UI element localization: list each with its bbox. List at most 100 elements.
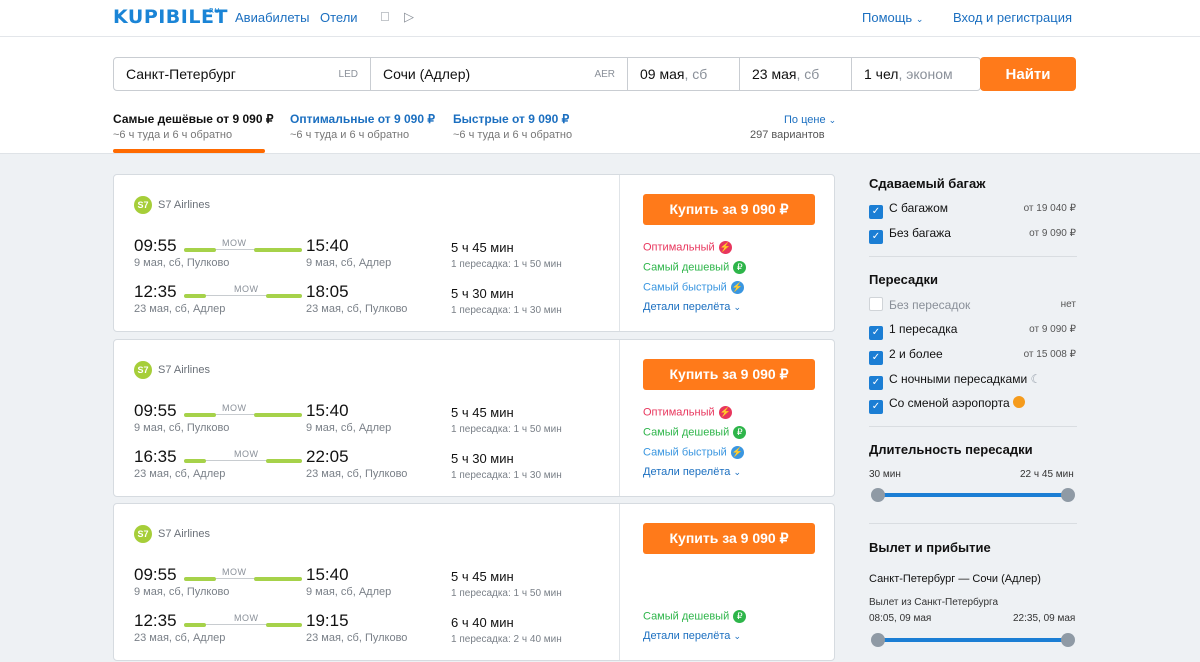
baggage-title: Сдаваемый багаж	[869, 176, 986, 191]
buy-button[interactable]: Купить за 9 090 ₽	[643, 194, 815, 225]
ruble-icon: ₽	[733, 426, 747, 439]
top-bar: KUPIBILETRU Авиабилеты Отели  ▷ Помощь …	[0, 0, 1200, 37]
divider	[869, 523, 1077, 524]
help-menu[interactable]: Помощь ⌄	[862, 10, 923, 25]
flight-leg-bar	[184, 413, 216, 417]
google-play-icon[interactable]: ▷	[404, 9, 414, 25]
lightning-icon: ⚡	[730, 446, 744, 459]
tab-optimal-sub: ~6 ч туда и 6 ч обратно	[290, 129, 410, 141]
checkbox-checked-icon: ✓	[869, 351, 883, 365]
tab-fastest[interactable]: Быстрые от 9 090 ₽ ~6 ч туда и 6 ч обратн…	[453, 112, 572, 141]
filter-two-plus-transfers[interactable]: ✓ 2 и более	[869, 347, 943, 365]
airline: S7 S7 Airlines	[134, 361, 210, 379]
arrival-time: 15:40	[306, 401, 349, 420]
sort-dropdown[interactable]: По цене ⌄	[784, 114, 836, 126]
origin-value: Санкт-Петербург	[126, 66, 236, 82]
origin-field[interactable]: Санкт-Петербург LED	[114, 58, 371, 90]
return-date: 23 мая	[752, 66, 797, 82]
checkbox-unchecked-icon	[869, 297, 883, 311]
sort-label: По цене	[784, 114, 826, 126]
help-label: Помощь	[862, 10, 913, 25]
chevron-down-icon: ⌄	[733, 302, 741, 312]
flight-details-link[interactable]: Детали перелёта ⌄	[643, 466, 741, 478]
flight-details-link[interactable]: Детали перелёта ⌄	[643, 630, 741, 642]
transfer-info: 1 пересадка: 1 ч 30 мин	[451, 305, 562, 316]
departure-range-label: Вылет из Санкт-Петербурга	[869, 597, 998, 608]
filter-label: 2 и более	[889, 347, 943, 361]
tab-cheapest[interactable]: Самые дешёвые от 9 090 ₽ ~6 ч туда и 6 ч …	[113, 112, 273, 141]
departure-date-field[interactable]: 09 мая, сб	[628, 58, 740, 90]
nav-hotels[interactable]: Отели	[320, 10, 358, 25]
airline-name: S7 Airlines	[158, 198, 210, 211]
s7-logo-icon: S7	[134, 525, 152, 543]
departure-info: 9 мая, сб, Пулково	[134, 586, 230, 598]
filter-one-transfer[interactable]: ✓ 1 пересадка	[869, 322, 957, 340]
transfer-info: 1 пересадка: 1 ч 50 мин	[451, 424, 562, 435]
destination-field[interactable]: Сочи (Адлер) AER	[371, 58, 628, 90]
duration-slider-max-handle[interactable]	[1061, 488, 1075, 502]
destination-code: AER	[594, 69, 615, 80]
return-date-field[interactable]: 23 мая, сб	[740, 58, 852, 90]
departure-day: , сб	[684, 66, 708, 82]
tab-cheapest-label: Самые дешёвые от 9 090 ₽	[113, 112, 274, 126]
flight-leg-bar	[266, 459, 302, 463]
cabin-class: , эконом	[898, 66, 953, 82]
lightning-icon: ⚡	[730, 281, 744, 294]
duration-slider-min-handle[interactable]	[871, 488, 885, 502]
transfer-code: MOW	[222, 238, 247, 248]
filter-airport-change[interactable]: ✓ Со сменой аэропорта	[869, 396, 1026, 414]
divider	[619, 504, 620, 660]
filter-without-baggage[interactable]: ✓ Без багажа	[869, 226, 951, 244]
departure-time: 12:35	[134, 282, 177, 301]
departure-info: 23 мая, сб, Адлер	[134, 303, 226, 315]
transfer-info: 1 пересадка: 1 ч 30 мин	[451, 470, 562, 481]
flight-segment: 09:55 MOW 15:40 9 мая, сб, Пулково 9 мая…	[134, 236, 604, 278]
passengers-field[interactable]: 1 чел, эконом	[852, 58, 980, 90]
badge-label: Самый быстрый	[643, 446, 727, 459]
duration: 5 ч 45 мин	[451, 405, 514, 420]
badge-label: Оптимальный	[643, 241, 715, 254]
tab-optimal[interactable]: Оптимальные от 9 090 ₽ ~6 ч туда и 6 ч об…	[290, 112, 435, 141]
buy-button[interactable]: Купить за 9 090 ₽	[643, 523, 815, 554]
login-link[interactable]: Вход и регистрация	[953, 10, 1072, 25]
duration-slider-track[interactable]	[877, 493, 1068, 497]
logo[interactable]: KUPIBILET RU	[113, 6, 228, 28]
arrival-time: 18:05	[306, 282, 349, 301]
nav-flights[interactable]: Авиабилеты	[235, 10, 309, 25]
badge-cheapest: Самый дешевый ₽	[643, 426, 747, 439]
apple-icon[interactable]: 	[380, 9, 390, 24]
departure-info: 23 мая, сб, Адлер	[134, 632, 226, 644]
badge-cheapest: Самый дешевый ₽	[643, 261, 747, 274]
departure-to: 22:35, 09 мая	[1013, 613, 1076, 624]
search-button[interactable]: Найти	[980, 57, 1076, 91]
departure-slider-min-handle[interactable]	[871, 633, 885, 647]
tab-fastest-sub: ~6 ч туда и 6 ч обратно	[453, 129, 573, 141]
variants-count: 297 вариантов	[750, 129, 825, 141]
departure-slider-track[interactable]	[877, 638, 1068, 642]
transfer-info: 1 пересадка: 1 ч 50 мин	[451, 259, 562, 270]
badge-label: Самый быстрый	[643, 281, 727, 294]
arrival-time: 19:15	[306, 611, 349, 630]
flight-card[interactable]: S7 S7 Airlines 09:55 MOW 15:40 9 мая, сб,…	[113, 503, 835, 661]
badge-label: Самый дешевый	[643, 610, 730, 623]
transfer-code: MOW	[222, 403, 247, 413]
departure-slider-max-handle[interactable]	[1061, 633, 1075, 647]
arrival-info: 9 мая, сб, Адлер	[306, 586, 392, 598]
departure-date: 09 мая	[640, 66, 685, 82]
checkbox-checked-icon: ✓	[869, 400, 883, 414]
flight-card[interactable]: S7 S7 Airlines 09:55 MOW 15:40 9 мая, сб,…	[113, 174, 835, 332]
buy-button[interactable]: Купить за 9 090 ₽	[643, 359, 815, 390]
chevron-down-icon: ⌄	[733, 631, 741, 641]
filter-night-transfers[interactable]: ✓ С ночными пересадками ☾	[869, 372, 1041, 390]
transfer-code: MOW	[234, 449, 259, 459]
transfer-code: MOW	[222, 567, 247, 577]
flight-card[interactable]: S7 S7 Airlines 09:55 MOW 15:40 9 мая, сб,…	[113, 339, 835, 497]
arrival-info: 9 мая, сб, Адлер	[306, 422, 392, 434]
duration: 5 ч 30 мин	[451, 286, 514, 301]
flight-details-link[interactable]: Детали перелёта ⌄	[643, 301, 741, 313]
search-area: Санкт-Петербург LED Сочи (Адлер) AER 09 ма…	[0, 37, 1200, 154]
flight-leg-bar	[184, 623, 206, 627]
filter-nonstop[interactable]: Без пересадок	[869, 297, 970, 312]
filter-with-baggage[interactable]: ✓ С багажом	[869, 201, 948, 219]
s7-logo-icon: S7	[134, 361, 152, 379]
